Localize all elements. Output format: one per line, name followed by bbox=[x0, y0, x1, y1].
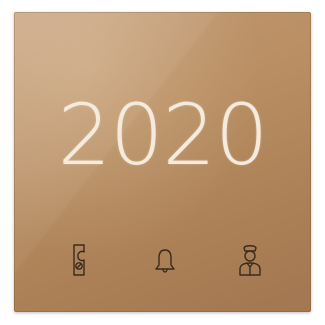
do-not-disturb-door-hanger-icon[interactable] bbox=[64, 242, 94, 278]
room-service-staff-icon[interactable] bbox=[235, 242, 265, 278]
doorbell-icon[interactable] bbox=[150, 242, 180, 278]
doorbell-panel: 2020 bbox=[14, 12, 311, 312]
room-number: 2020 bbox=[57, 86, 269, 184]
